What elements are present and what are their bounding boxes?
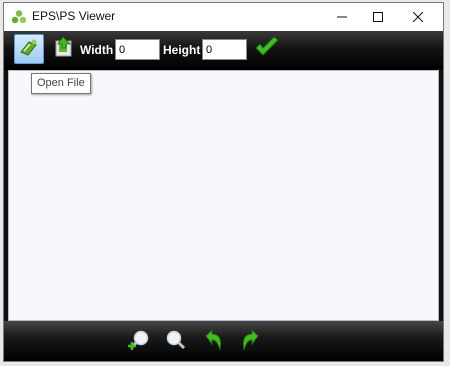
maximize-button[interactable] <box>358 3 398 31</box>
open-file-button[interactable] <box>14 34 44 64</box>
save-button[interactable] <box>49 34 79 64</box>
rotate-right-icon <box>238 328 262 357</box>
checkmark-icon <box>254 35 280 63</box>
width-field[interactable] <box>115 39 160 60</box>
maximize-icon <box>373 12 383 22</box>
minimize-button[interactable] <box>322 3 362 31</box>
zoom-out-icon <box>163 328 187 357</box>
rotate-left-icon <box>202 328 226 357</box>
document-canvas[interactable] <box>8 70 439 321</box>
rotate-right-button[interactable] <box>237 328 263 357</box>
save-icon <box>53 35 75 63</box>
window-title: EPS\PS Viewer <box>32 9 116 23</box>
height-label: Height <box>163 43 201 57</box>
app-window: EPS\PS Viewer Width 0 Height 0 Open File <box>3 2 444 362</box>
zoom-out-button[interactable] <box>162 329 188 355</box>
minimize-icon <box>337 12 347 22</box>
open-file-icon <box>18 36 40 63</box>
title-bar[interactable]: EPS\PS Viewer <box>4 3 443 31</box>
app-logo-icon <box>11 9 27 25</box>
apply-size-button[interactable] <box>252 34 282 64</box>
zoom-in-icon <box>128 328 152 357</box>
close-button[interactable] <box>398 3 438 31</box>
height-field[interactable] <box>202 39 247 60</box>
zoom-in-button[interactable] <box>127 329 153 355</box>
width-label: Width <box>80 43 114 57</box>
rotate-left-button[interactable] <box>201 328 227 357</box>
bottom-toolbar <box>4 321 443 361</box>
close-icon <box>413 12 423 22</box>
toolbar: Width Height <box>4 31 443 70</box>
open-file-tooltip: Open File <box>31 73 91 94</box>
